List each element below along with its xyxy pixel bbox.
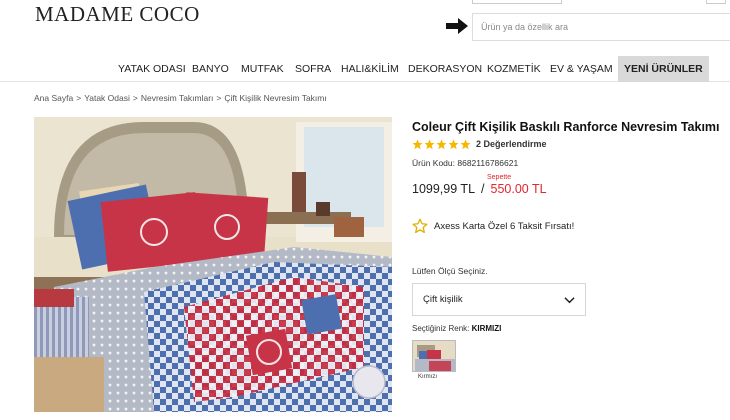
search-box[interactable] xyxy=(472,13,730,41)
size-selected-value: Çift kişilik xyxy=(423,294,463,305)
breadcrumb-separator: > xyxy=(76,93,82,103)
product-image[interactable] xyxy=(34,117,392,412)
star-outline-icon xyxy=(412,218,428,234)
breadcrumb-nevresim[interactable]: Nevresim Takımları xyxy=(141,93,214,103)
review-count-link[interactable]: 2 Değerlendirme xyxy=(476,139,547,149)
nav-item-dekorasyon[interactable]: DEKORASYON xyxy=(408,56,482,82)
star-icon xyxy=(424,139,435,149)
nav-item-yatak-odasi[interactable]: YATAK ODASI xyxy=(118,56,186,82)
breadcrumb: Ana Sayfa > Yatak Odasi > Nevresim Takımları… xyxy=(34,93,327,103)
search-input[interactable] xyxy=(473,14,730,40)
bedding-photo-illustration xyxy=(34,117,392,412)
chevron-down-icon xyxy=(564,297,575,304)
star-icon xyxy=(460,139,471,149)
promo-text: Axess Karta Özel 6 Taksit Fırsatı! xyxy=(434,220,575,232)
color-swatch-red[interactable] xyxy=(412,340,456,372)
site-header: MADAME COCO YATAK ODASI BANYO MUTFAK SOF… xyxy=(0,0,730,82)
star-icon xyxy=(436,139,447,149)
nav-item-banyo[interactable]: BANYO xyxy=(192,56,229,82)
size-label: Lütfen Ölçü Seçiniz. xyxy=(412,266,488,276)
breadcrumb-home[interactable]: Ana Sayfa xyxy=(34,93,73,103)
price-row: 1099,99 TL / 550.00 TL xyxy=(412,182,547,196)
color-label: Seçtiğiniz Renk: KIRMIZI xyxy=(412,324,501,333)
breadcrumb-separator: > xyxy=(216,93,222,103)
cart-price-label: Sepette xyxy=(487,174,512,181)
nav-item-hali-kilim[interactable]: HALI&KİLİM xyxy=(341,56,399,82)
size-select[interactable]: Çift kişilik xyxy=(412,283,586,316)
cart-icon-fragment[interactable] xyxy=(706,0,726,4)
site-logo[interactable]: MADAME COCO xyxy=(35,2,200,27)
nav-item-sofra[interactable]: SOFRA xyxy=(295,56,331,82)
price-separator: / xyxy=(481,182,485,196)
list-price: 1099,99 TL xyxy=(412,182,476,196)
color-label-text: Seçtiğiniz Renk: xyxy=(412,324,470,333)
star-icon xyxy=(412,139,423,149)
breadcrumb-separator: > xyxy=(132,93,138,103)
top-utility-bar-fragment xyxy=(472,0,562,4)
nav-item-mutfak[interactable]: MUTFAK xyxy=(241,56,284,82)
breadcrumb-current[interactable]: Çift Kişilik Nevresim Takımı xyxy=(224,93,326,103)
breadcrumb-yatak-odasi[interactable]: Yatak Odasi xyxy=(84,93,130,103)
color-value: KIRMIZI xyxy=(471,324,502,333)
product-code: Ürün Kodu: 8682116786621 xyxy=(412,158,519,168)
product-rating: 2 Değerlendirme xyxy=(412,138,547,150)
main-nav: YATAK ODASI BANYO MUTFAK SOFRA HALI&KİLİ… xyxy=(0,56,730,82)
sale-price: 550.00 TL xyxy=(490,182,547,196)
swatch-label: Kırmızı xyxy=(418,374,437,380)
nav-item-kozmetik[interactable]: KOZMETİK xyxy=(487,56,541,82)
nav-item-yeni-urunler[interactable]: YENİ ÜRÜNLER xyxy=(618,56,709,82)
star-icon xyxy=(448,139,459,149)
product-title: Coleur Çift Kişilik Baskılı Ranforce Nev… xyxy=(412,120,720,134)
nav-item-ev-yasam[interactable]: EV & YAŞAM xyxy=(550,56,613,82)
swatch-thumbnail xyxy=(413,341,455,371)
arrow-right-icon xyxy=(446,18,468,34)
installment-promo: Axess Karta Özel 6 Taksit Fırsatı! xyxy=(412,218,574,234)
